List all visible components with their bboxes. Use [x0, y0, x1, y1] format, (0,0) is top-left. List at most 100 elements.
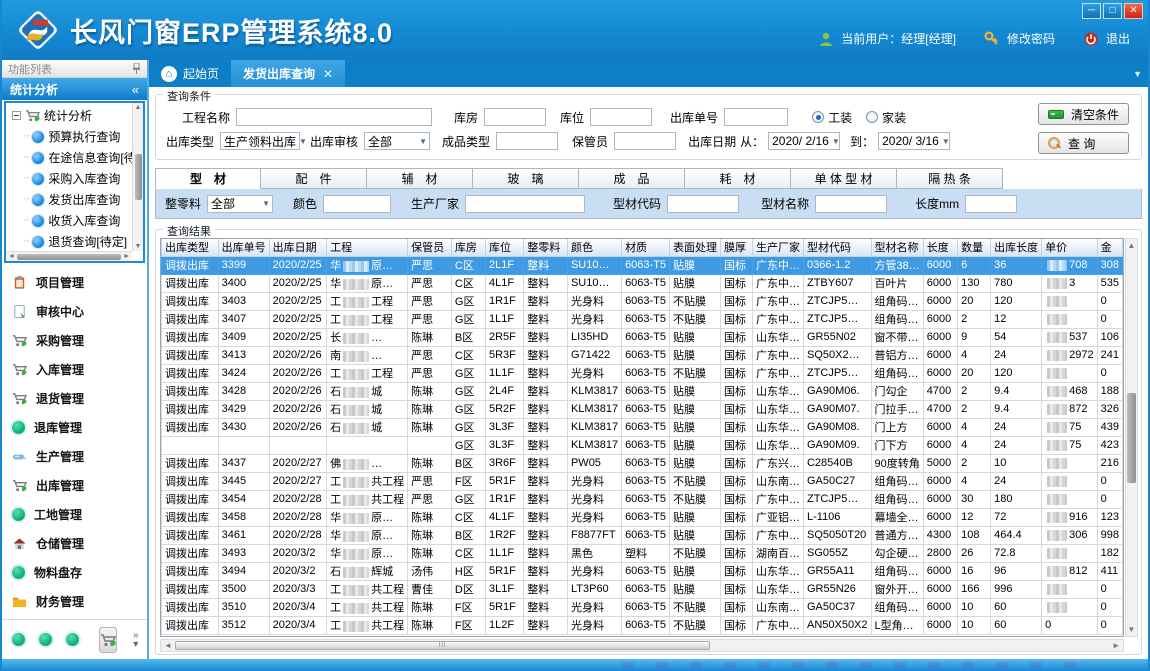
- column-header[interactable]: 型材名称: [871, 239, 923, 256]
- tree-item[interactable]: ┈收货入库查询: [10, 210, 132, 231]
- material-tab-thermal-strip[interactable]: 隔 热 条: [897, 168, 1003, 189]
- scrollbar-thumb[interactable]: [17, 254, 121, 260]
- tree-item[interactable]: ┈退货查询[待定]: [10, 231, 132, 251]
- tree-horizontal-scrollbar[interactable]: ◄►: [6, 251, 132, 261]
- pin-icon[interactable]: [132, 63, 141, 74]
- table-row[interactable]: 调拨出库35122020/3/4工共工程陈琳F区1L2F整料光身料6063-T5…: [162, 616, 1123, 634]
- sidebar-group-item[interactable]: 退货管理: [2, 384, 147, 413]
- table-row[interactable]: 调拨出库34372020/2/27佛…陈琳B区3R6F整料PW056063-T5…: [162, 454, 1123, 472]
- table-row[interactable]: 调拨出库34242020/2/26工工程严思G区1L1F整料光身料6063-T5…: [162, 364, 1123, 382]
- table-row[interactable]: 调拨出库34002020/2/25华原…严思C区4L1F整料SU10…6063-…: [162, 274, 1123, 292]
- grid-vertical-scrollbar[interactable]: ▲▼: [1125, 238, 1138, 637]
- table-row[interactable]: 调拨出库34612020/2/28华原…陈琳B区1R2F整料F8877FT606…: [162, 526, 1123, 544]
- table-row[interactable]: 调拨出库34132020/2/26南…严思C区5R3F整料G714226063-…: [162, 346, 1123, 364]
- column-header[interactable]: 数量: [958, 239, 991, 256]
- material-tab-auxiliary[interactable]: 辅 材: [367, 168, 473, 189]
- tree-item[interactable]: ┈在途信息查询[待: [10, 147, 132, 168]
- product-type-input[interactable]: [496, 132, 558, 150]
- material-tab-single-profile[interactable]: 单 体 型 材: [791, 168, 897, 189]
- length-input[interactable]: [965, 195, 1017, 213]
- sidebar-group-item[interactable]: 物料盘存: [2, 558, 147, 587]
- tree-root-node[interactable]: 统计分析: [10, 105, 132, 126]
- location-input[interactable]: [590, 108, 652, 126]
- sidebar-group-item[interactable]: 出库管理: [2, 471, 147, 500]
- scrollbar-thumb[interactable]: lll: [175, 641, 710, 650]
- out-type-select[interactable]: 生产领料出库▼: [220, 132, 300, 150]
- table-row[interactable]: 调拨出库34302020/2/26石城陈琳G区3L3F整料KLM38176063…: [162, 418, 1123, 436]
- scroll-up-icon[interactable]: ▲: [135, 104, 142, 111]
- column-header[interactable]: 工程: [327, 239, 408, 256]
- tab-home[interactable]: ⌂ 起始页: [149, 60, 231, 87]
- footer-dot-icon[interactable]: [39, 633, 52, 646]
- column-header[interactable]: 出库单号: [218, 239, 269, 256]
- column-header[interactable]: 库房: [451, 239, 485, 256]
- tree-item[interactable]: ┈预算执行查询: [10, 126, 132, 147]
- column-header[interactable]: 长度: [923, 239, 957, 256]
- tree-item[interactable]: ┈发货出库查询: [10, 189, 132, 210]
- table-row[interactable]: 调拨出库34282020/2/26石城陈琳G区2L4F整料KLM38176063…: [162, 382, 1123, 400]
- column-header[interactable]: 型材代码: [803, 239, 871, 256]
- logout-link[interactable]: 退出: [1106, 30, 1130, 47]
- grid-horizontal-scrollbar[interactable]: ◄lll ►: [160, 639, 1124, 652]
- project-name-input[interactable]: [236, 108, 432, 126]
- footer-dot-icon[interactable]: [66, 633, 79, 646]
- date-from-picker[interactable]: 2020/ 2/16▼: [768, 132, 840, 150]
- maker-input[interactable]: [465, 195, 585, 213]
- table-row[interactable]: 调拨出库34092020/2/25长…陈琳B区2R5F整料LI35HD6063-…: [162, 328, 1123, 346]
- column-header[interactable]: 整零料: [524, 239, 568, 256]
- collapse-icon[interactable]: «: [132, 82, 139, 97]
- tree-expander-icon[interactable]: [12, 111, 21, 120]
- scroll-down-icon[interactable]: ▼: [1128, 625, 1136, 634]
- table-row[interactable]: 调拨出库35002020/3/3工共工程曹佳D区3L1F整料LT3P606063…: [162, 580, 1123, 598]
- tree-vertical-scrollbar[interactable]: ▲▼: [132, 103, 143, 251]
- sidebar-group-item[interactable]: 审核中心: [2, 297, 147, 326]
- table-row[interactable]: G区3L3F整料KLM38176063-T5贴膜国标山东华…GA90M09.门下…: [162, 436, 1123, 454]
- table-row[interactable]: 调拨出库34942020/3/2石辉城汤伟H区5R1F整料光身料6063-T5贴…: [162, 562, 1123, 580]
- column-header[interactable]: 生产厂家: [752, 239, 803, 256]
- audit-select[interactable]: 全部▼: [364, 132, 430, 150]
- close-button[interactable]: ✕: [1124, 3, 1143, 19]
- order-no-input[interactable]: [724, 108, 788, 126]
- scroll-down-icon[interactable]: ▼: [135, 243, 142, 250]
- sidebar-group-item[interactable]: 生产管理: [2, 442, 147, 471]
- material-tab-finished[interactable]: 成 品: [579, 168, 685, 189]
- column-header[interactable]: 出库类型: [162, 239, 219, 256]
- profile-code-input[interactable]: [667, 195, 739, 213]
- footer-cart-button[interactable]: [99, 627, 117, 653]
- footer-more-button[interactable]: »▾: [133, 631, 139, 649]
- column-header[interactable]: 膜厚: [721, 239, 753, 256]
- table-row[interactable]: 调拨出库34542020/2/28工共工程严思G区1R1F整料光身料6063-T…: [162, 490, 1123, 508]
- material-tab-consumable[interactable]: 耗 材: [685, 168, 791, 189]
- column-header[interactable]: 单价: [1042, 239, 1097, 256]
- footer-dot-icon[interactable]: [12, 633, 25, 646]
- radio-jiazhuang[interactable]: 家装: [866, 109, 906, 126]
- date-to-picker[interactable]: 2020/ 3/16▼: [878, 132, 950, 150]
- column-header[interactable]: 材质: [622, 239, 670, 256]
- tab-overflow-icon[interactable]: ▼: [1133, 69, 1142, 79]
- scrollbar-thumb[interactable]: [135, 154, 142, 200]
- column-header[interactable]: 颜色: [567, 239, 621, 256]
- search-button[interactable]: 查 询: [1038, 132, 1129, 154]
- scroll-right-icon[interactable]: ►: [123, 253, 130, 260]
- color-input[interactable]: [323, 195, 391, 213]
- column-header[interactable]: 出库长度: [991, 239, 1042, 256]
- table-row[interactable]: 调拨出库34582020/2/28华原…陈琳C区4L1F整料光身料6063-T5…: [162, 508, 1123, 526]
- maximize-button[interactable]: □: [1103, 3, 1122, 19]
- scroll-left-icon[interactable]: ◄: [164, 641, 172, 650]
- scroll-up-icon[interactable]: ▲: [1128, 241, 1136, 250]
- table-row[interactable]: 调拨出库33992020/2/25华原…严思C区2L1F整料SU10…6063-…: [162, 256, 1123, 274]
- scroll-right-icon[interactable]: ►: [1112, 641, 1120, 650]
- close-tab-icon[interactable]: ✕: [323, 67, 333, 81]
- material-tab-profile[interactable]: 型 材: [155, 168, 261, 189]
- change-password-link[interactable]: 修改密码: [1007, 30, 1055, 47]
- minimize-button[interactable]: ─: [1082, 3, 1101, 19]
- tab-shipment-outbound-query[interactable]: 发货出库查询 ✕: [231, 60, 345, 87]
- column-header[interactable]: 保管员: [408, 239, 452, 256]
- column-header[interactable]: 库位: [486, 239, 524, 256]
- column-header[interactable]: 出库日期: [269, 239, 327, 256]
- sidebar-group-item[interactable]: 仓储管理: [2, 529, 147, 558]
- table-row[interactable]: 调拨出库34072020/2/25工工程严思G区1L1F整料光身料6063-T5…: [162, 310, 1123, 328]
- material-tab-accessory[interactable]: 配 件: [261, 168, 367, 189]
- sidebar-group-item[interactable]: 退库管理: [2, 413, 147, 442]
- radio-gongzhuang[interactable]: 工装: [812, 109, 852, 126]
